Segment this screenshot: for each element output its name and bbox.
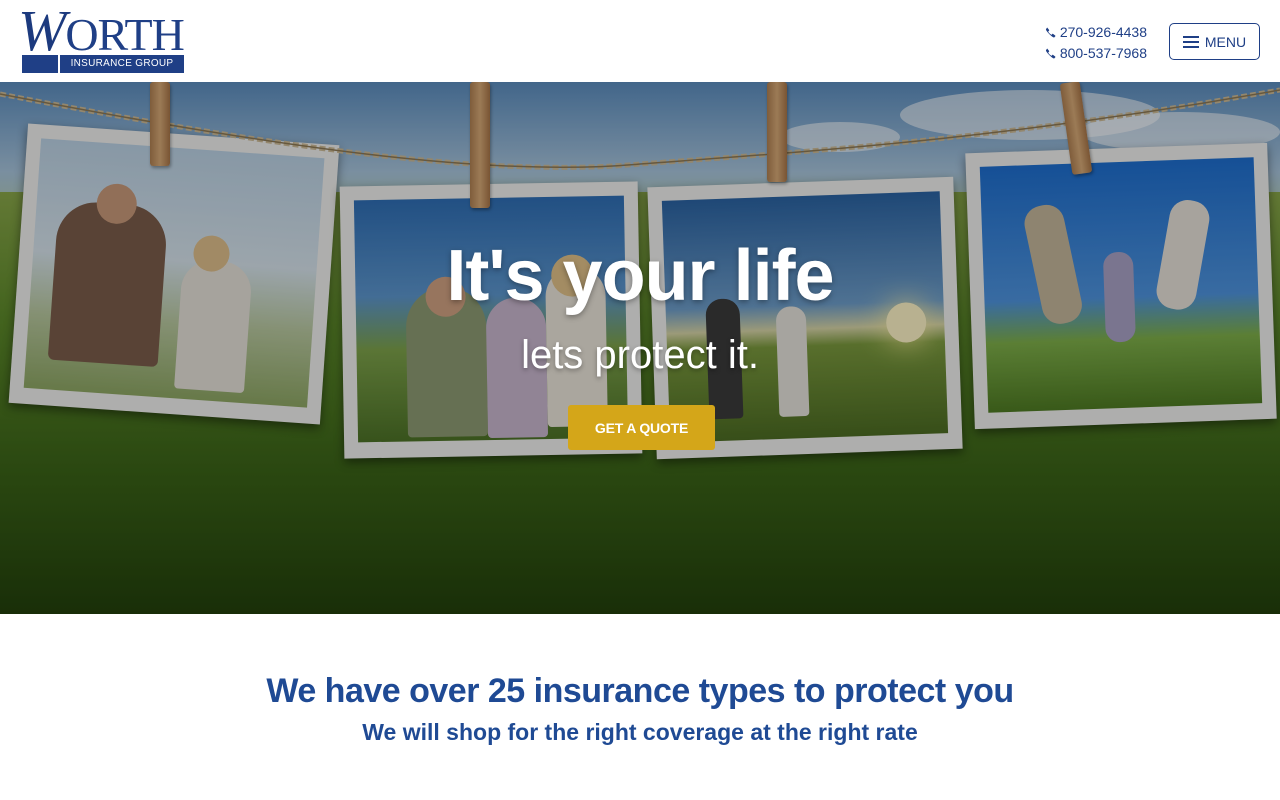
logo-accent-bar <box>22 55 58 73</box>
phone-number: 800-537-7968 <box>1059 45 1147 61</box>
logo-initial: W <box>18 0 66 63</box>
hero-title: It's your life <box>446 236 834 316</box>
phone-numbers: 270-926-4438 800-537-7968 <box>1045 22 1147 64</box>
logo-wordmark: WORTH <box>18 2 185 60</box>
phone-link-secondary[interactable]: 800-537-7968 <box>1045 43 1147 64</box>
phone-link-primary[interactable]: 270-926-4438 <box>1045 22 1147 43</box>
section-heading: We have over 25 insurance types to prote… <box>266 672 1014 710</box>
hero-banner: It's your life lets protect it. GET A QU… <box>0 82 1280 614</box>
menu-label: MENU <box>1204 33 1247 50</box>
phone-number: 270-926-4438 <box>1059 24 1147 40</box>
get-a-quote-button[interactable]: GET A QUOTE <box>568 405 715 450</box>
section-subheading: We will shop for the right coverage at t… <box>362 719 918 745</box>
logo-word: ORTH <box>65 9 184 60</box>
worth-insurance-logo[interactable]: WORTH INSURANCE GROUP <box>14 2 186 76</box>
phone-icon <box>1045 48 1056 59</box>
phone-icon <box>1045 27 1056 38</box>
logo-subtitle: INSURANCE GROUP <box>60 55 184 73</box>
hero-subtitle: lets protect it. <box>521 333 759 377</box>
menu-button[interactable]: MENU <box>1169 23 1260 60</box>
site-header: WORTH INSURANCE GROUP 270-926-4438 800-5… <box>0 0 1280 82</box>
hamburger-icon <box>1182 35 1199 48</box>
